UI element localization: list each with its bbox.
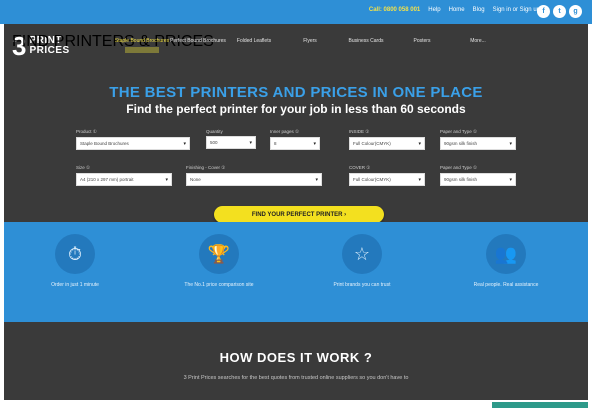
hero-subtitle: Find the perfect printer for your job in… [126, 102, 466, 116]
how-it-works-section: HOW DOES IT WORK ? 3 Print Prices search… [4, 322, 588, 400]
people-icon: 👥 [486, 234, 526, 274]
google-plus-icon[interactable]: g [569, 5, 582, 18]
chevron-down-icon: ▾ [249, 139, 252, 146]
top-bar: Call: 0800 058 001 Help Home Blog Sign i… [0, 0, 592, 24]
trophy-icon: 🏆 [199, 234, 239, 274]
product-field: Product ① Staple Bound Brochures ▾ [76, 129, 190, 150]
hero-title: THE BEST PRINTERS AND PRICES IN ONE PLAC… [109, 84, 483, 101]
section-subtitle: 3 Print Prices searches for the best quo… [183, 375, 409, 381]
twitter-icon[interactable]: t [553, 5, 566, 18]
cover-colour-label: COVER ① [349, 165, 371, 170]
chevron-down-icon: ▾ [509, 140, 512, 147]
product-label: Product ① [76, 129, 97, 134]
finishing-select[interactable]: None ▾ [186, 173, 322, 186]
inside-colour-label: INSIDE ① [349, 129, 370, 134]
find-printer-button[interactable]: FIND YOUR PERFECT PRINTER › [214, 206, 384, 223]
star-icon: ☆ [342, 234, 382, 274]
chevron-down-icon: ▾ [165, 176, 168, 183]
sign-in-link[interactable]: Sign in or Sign up [493, 7, 540, 13]
home-link[interactable]: Home [449, 7, 465, 13]
size-field: Size ① A4 (210 x 297 mm) portrait ▾ [76, 165, 172, 186]
feature-label: Real people. Real assistance [473, 282, 539, 288]
paper-inner-select[interactable]: 90gsm silk finish ▾ [440, 137, 516, 150]
inside-colour-select[interactable]: Full Colour(CMYK) ▾ [349, 137, 425, 150]
nav-flyers[interactable]: Flyers [282, 38, 338, 53]
paper-cover-select[interactable]: 90gsm silk finish ▾ [440, 173, 516, 186]
quantity-select[interactable]: 500 ▾ [206, 136, 256, 149]
top-links: Call: 0800 058 001 Help Home Blog Sign i… [369, 7, 540, 13]
features-section: ⏱ Order in just 1 minute 🏆 The No.1 pric… [4, 222, 588, 322]
quantity-field: Quantity 500 ▾ [206, 129, 256, 149]
corner-tab[interactable] [492, 402, 588, 408]
chevron-down-icon: ▾ [183, 140, 186, 147]
feature-label: Order in just 1 minute [51, 282, 99, 288]
nav-posters[interactable]: Posters [394, 38, 450, 53]
cover-colour-select[interactable]: Full Colour(CMYK) ▾ [349, 173, 425, 186]
feature-item: 🏆 The No.1 price comparison site [174, 234, 264, 289]
blog-link[interactable]: Blog [473, 7, 485, 13]
finishing-label: Finishing - Cover ① [186, 165, 226, 170]
nav-staple-bound-brochures[interactable]: Staple Bound Brochures [114, 38, 170, 53]
section-title: HOW DOES IT WORK ? [219, 350, 373, 365]
facebook-icon[interactable]: f [537, 5, 550, 18]
nav-business-cards[interactable]: Business Cards [338, 38, 394, 53]
pages-field: Inner pages ① 8 ▾ [270, 129, 320, 150]
paper-cover-field: Paper and Type ① 90gsm silk finish ▾ [440, 165, 516, 186]
social-icons: f t g [537, 5, 582, 18]
chevron-down-icon: ▾ [418, 140, 421, 147]
feature-label: Print brands you can trust [333, 282, 391, 288]
nav-more[interactable]: More... [450, 38, 506, 53]
stopwatch-icon: ⏱ [55, 234, 95, 274]
paper-inner-field: Paper and Type ① 90gsm silk finish ▾ [440, 129, 516, 150]
product-select[interactable]: Staple Bound Brochures ▾ [76, 137, 190, 150]
size-label: Size ① [76, 165, 91, 170]
cover-colour-field: COVER ① Full Colour(CMYK) ▾ [349, 165, 425, 186]
feature-item: ☆ Print brands you can trust [317, 234, 407, 289]
feature-label: The No.1 price comparison site [184, 282, 254, 288]
finishing-field: Finishing - Cover ① None ▾ [186, 165, 322, 186]
pages-select[interactable]: 8 ▾ [270, 137, 320, 150]
feature-item: 👥 Real people. Real assistance [461, 234, 551, 289]
pages-label: Inner pages ① [270, 129, 300, 134]
phone-number[interactable]: Call: 0800 058 001 [369, 7, 420, 13]
chevron-down-icon: ▾ [313, 140, 316, 147]
inside-colour-field: INSIDE ① Full Colour(CMYK) ▾ [349, 129, 425, 150]
nav-perfect-bound-brochures[interactable]: Perfect Bound Brochures [170, 38, 226, 53]
hero-section: THE BEST PRINTERS AND PRICES IN ONE PLAC… [4, 74, 588, 223]
chevron-down-icon: ▾ [315, 176, 318, 183]
feature-item: ⏱ Order in just 1 minute [30, 234, 120, 289]
size-select[interactable]: A4 (210 x 297 mm) portrait ▾ [76, 173, 172, 186]
chevron-down-icon: ▾ [509, 176, 512, 183]
paper-inner-label: Paper and Type ① [440, 129, 477, 134]
main-nav: 3 PRINT PRICES FIND PRINTERS & PRICES St… [4, 24, 588, 74]
active-indicator [125, 47, 159, 53]
help-link[interactable]: Help [428, 7, 440, 13]
paper-cover-label: Paper and Type ① [440, 165, 477, 170]
nav-items: Staple Bound Brochures Perfect Bound Bro… [114, 38, 506, 53]
quantity-label: Quantity [206, 129, 223, 134]
chevron-down-icon: ▾ [418, 176, 421, 183]
nav-folded-leaflets[interactable]: Folded Leaflets [226, 38, 282, 53]
